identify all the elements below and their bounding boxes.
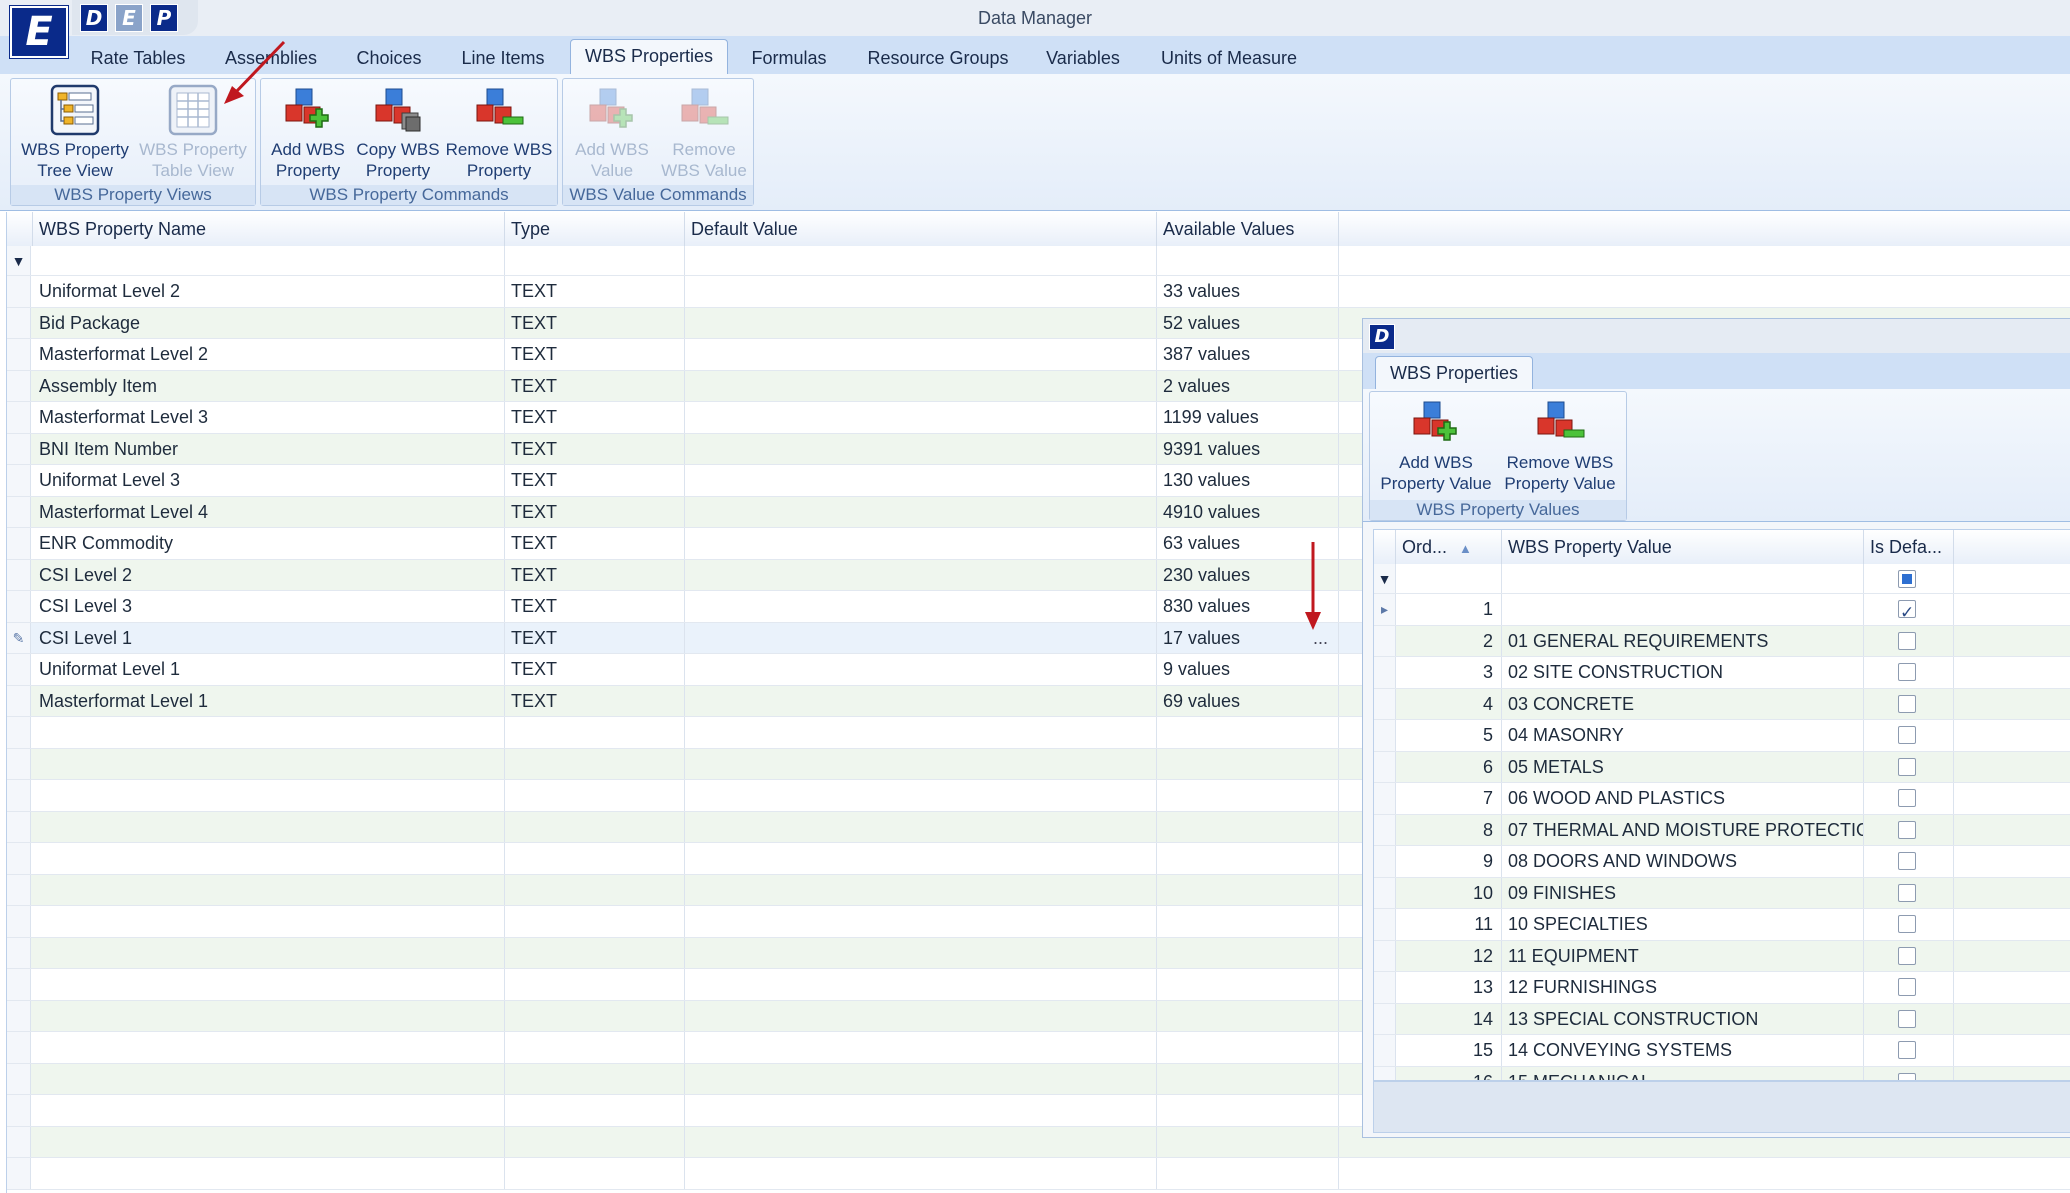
annotation-arrow [224,40,286,104]
app-logo-button[interactable]: E [10,6,68,58]
annotation-arrows [224,40,1321,630]
annotation-arrow [1305,542,1321,630]
app-logo-letter: E [25,9,53,55]
